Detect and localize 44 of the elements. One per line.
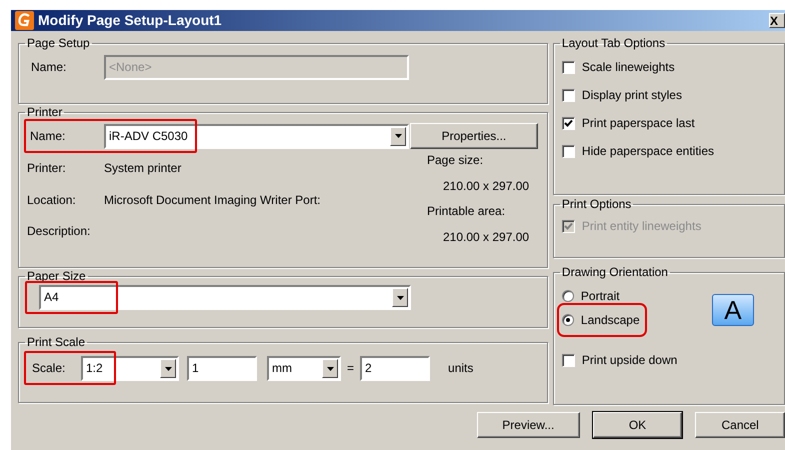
page-setup-name-field: <None>	[104, 55, 409, 80]
info-value: 210.00 x 297.00	[442, 230, 530, 246]
window-title: Modify Page Setup-Layout1	[38, 12, 223, 29]
scale-dropdown[interactable]: 1:2	[81, 356, 179, 381]
unit-dropdown[interactable]: mm	[267, 356, 341, 381]
orientation-radio[interactable]: Portrait	[562, 284, 622, 308]
option-checkbox[interactable]: Hide paperspace entities	[562, 137, 776, 165]
info-value: 210.00 x 297.00	[442, 178, 530, 194]
orientation-radio[interactable]: Landscape	[562, 308, 642, 332]
field-label: Scale:	[31, 361, 66, 376]
info-value: System printer	[104, 161, 182, 177]
field-label: Name:	[30, 60, 68, 75]
option-checkbox[interactable]: Display print styles	[562, 81, 776, 109]
units-field[interactable]: 2	[360, 356, 430, 381]
close-button[interactable]: X	[769, 13, 785, 28]
group-title: Drawing Orientation	[560, 266, 669, 278]
dialog-button[interactable]: Cancel	[695, 412, 785, 438]
option-checkbox[interactable]: Print upside down	[562, 346, 776, 374]
equals-sign: =	[347, 361, 354, 376]
dialog-button[interactable]: OK	[592, 412, 682, 438]
check-mark-icon	[564, 118, 573, 128]
info-label: Location:	[27, 192, 77, 208]
info-value: Microsoft Document Imaging Writer Port:	[104, 192, 321, 208]
option-checkbox[interactable]: Scale lineweights	[562, 53, 776, 81]
dialog-button[interactable]: Preview...	[477, 412, 580, 438]
group-title: Print Options	[560, 198, 632, 210]
field-label: Name:	[29, 128, 66, 144]
info-label: Printer:	[27, 161, 67, 177]
amount-field[interactable]: 1	[187, 356, 257, 381]
printer-dropdown[interactable]: iR-ADV C5030	[104, 124, 409, 148]
group-title: Printer	[26, 106, 64, 118]
group-title: Page Setup	[26, 37, 91, 49]
info-label: Printable area:	[427, 204, 506, 220]
group-title: Paper Size	[26, 270, 87, 282]
option-checkbox[interactable]: Print paperspace last	[562, 109, 776, 137]
check-mark-icon	[564, 222, 573, 230]
group-title: Print Scale	[26, 336, 86, 348]
info-label: Description:	[27, 224, 92, 240]
properties-button[interactable]: Properties...	[410, 123, 538, 149]
paper-size-dropdown[interactable]: A4	[39, 285, 411, 310]
info-label: Page size:	[427, 153, 484, 169]
group-title: Layout Tab Options	[560, 37, 666, 49]
page-orientation-icon: A	[712, 294, 754, 326]
units-label: units	[448, 361, 474, 376]
